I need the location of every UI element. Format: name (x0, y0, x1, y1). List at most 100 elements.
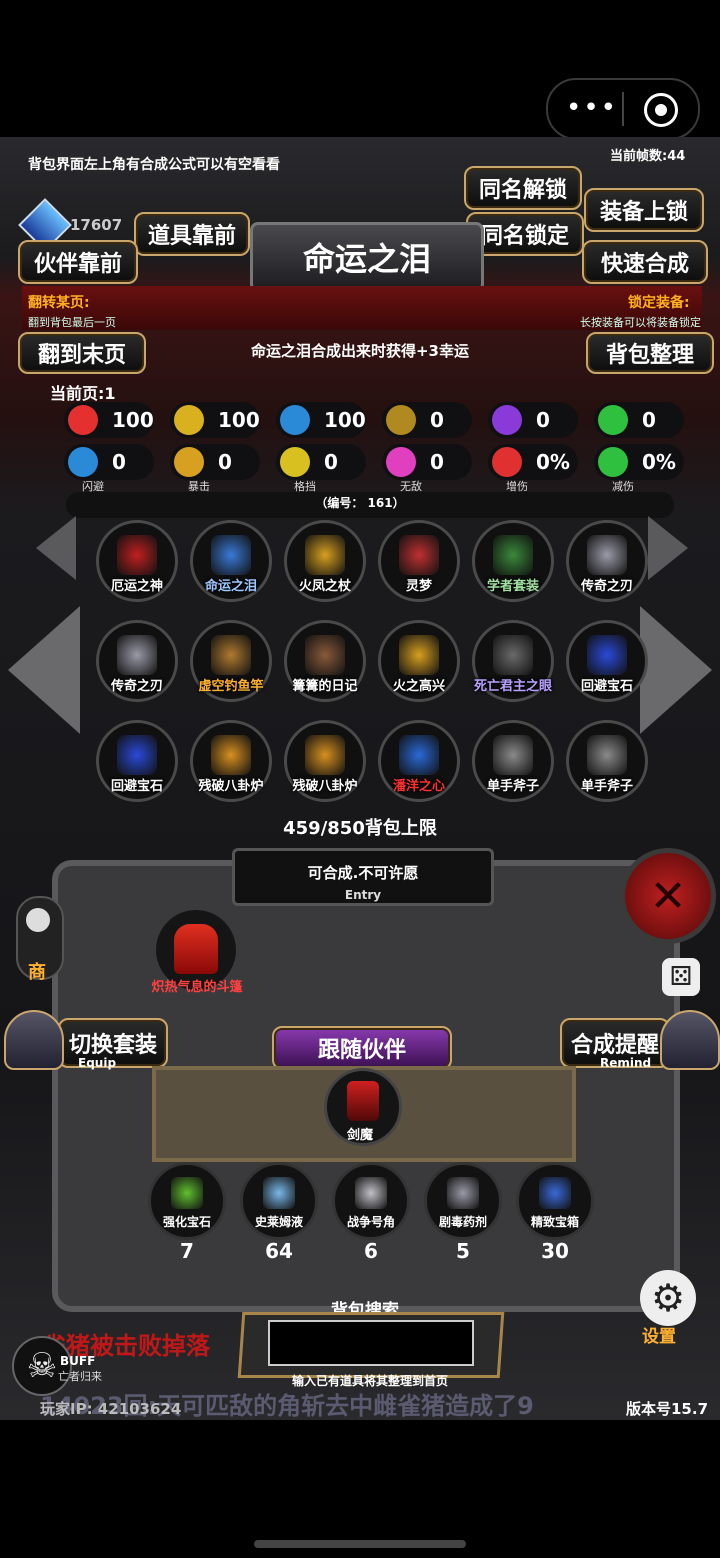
inventory-slot[interactable]: 单手斧子 (566, 720, 648, 802)
item-name: 残破八卦炉 (198, 779, 264, 794)
craft-remind-sub: Remind (600, 1056, 652, 1070)
item-name: 死亡君主之眼 (473, 679, 552, 694)
current-page: 当前页:1 (50, 384, 116, 403)
dice-icon[interactable]: ⚄ (662, 958, 700, 996)
item-icon (117, 535, 157, 575)
material-slot[interactable]: 强化宝石 7 (148, 1162, 226, 1263)
inventory-slot[interactable]: 灵梦 (378, 520, 460, 602)
tip-text: 背包界面左上角有合成公式可以有空看看 (28, 157, 280, 173)
item-icon (587, 535, 627, 575)
item-name: 灵梦 (405, 579, 432, 594)
helmet-right-icon (660, 1010, 720, 1070)
item-icon (399, 635, 439, 675)
inventory-slot[interactable]: 传奇之刃 (566, 520, 648, 602)
item-name: 虚空钓鱼竿 (198, 679, 264, 694)
inventory-slot[interactable]: 虚空钓鱼竿 (190, 620, 272, 702)
next-arrow-icon[interactable] (648, 516, 688, 580)
lock-title: 锁定装备: (628, 295, 690, 311)
item-icon (399, 535, 439, 575)
miniprogram-capsule: ••• (546, 78, 700, 140)
material-slot[interactable]: 剧毒药剂 5 (424, 1162, 502, 1263)
player-ip: 玩家IP: 42103624 (40, 1400, 182, 1418)
material-count: 30 (541, 1239, 569, 1263)
item-icon (587, 735, 627, 775)
cape-label: 炽热气息的斗篷 (151, 980, 243, 995)
item-icon (493, 635, 533, 675)
partner-front-button[interactable]: 伙伴靠前 (18, 240, 138, 284)
close-target-icon[interactable] (644, 93, 678, 127)
to-last-page-button[interactable]: 翻到末页 (18, 332, 146, 374)
follow-partner-button[interactable]: 跟随伙伴 (272, 1026, 452, 1070)
inventory-slot[interactable]: 篝篝的日记 (284, 620, 366, 702)
more-icon[interactable]: ••• (566, 95, 618, 121)
strength-icon (174, 405, 204, 435)
inventory-slot[interactable]: 命运之泪 (190, 520, 272, 602)
search-hint: 输入已有道具将其整理到首页 (291, 1374, 448, 1388)
material-slot[interactable]: 史莱姆液 64 (240, 1162, 318, 1263)
inventory-slot[interactable]: 火凤之杖 (284, 520, 366, 602)
stat-invincible: 0 (382, 444, 472, 480)
stat-strength: 100 (170, 402, 260, 438)
inventory-slot[interactable]: 回避宝石 (566, 620, 648, 702)
stat-damage-down: 0% (594, 444, 684, 480)
item-name: 潘洋之心 (392, 779, 445, 794)
inventory-slot[interactable]: 死亡君主之眼 (472, 620, 554, 702)
item-icon (305, 735, 345, 775)
sword-demon-icon (347, 1081, 379, 1121)
material-name: 精致宝箱 (530, 1215, 579, 1229)
stat-value: 100 (218, 408, 260, 432)
stat-value: 100 (324, 408, 366, 432)
prev-arrow-icon[interactable] (36, 516, 76, 580)
item-name: 火之高兴 (392, 679, 445, 694)
item-name: 学者套装 (486, 579, 539, 594)
gem-count: 17607 (70, 216, 123, 234)
inventory-slot[interactable]: 残破八卦炉 (190, 720, 272, 802)
item-front-button[interactable]: 道具靠前 (134, 212, 250, 256)
stat-value: 0 (642, 408, 656, 432)
equip-lock-button[interactable]: 装备上锁 (584, 188, 704, 232)
item-name: 厄运之神 (110, 579, 163, 594)
material-icon (539, 1177, 571, 1209)
material-name: 强化宝石 (162, 1215, 211, 1229)
inventory-slot[interactable]: 传奇之刃 (96, 620, 178, 702)
serial-number: （编号： 161） (315, 496, 405, 510)
material-icon (171, 1177, 203, 1209)
item-name: 单手斧子 (486, 779, 539, 794)
frame-counter: 当前帧数:44 (610, 149, 686, 164)
stat-value: 100 (112, 408, 154, 432)
search-input[interactable] (268, 1320, 474, 1366)
item-icon (399, 735, 439, 775)
material-icon (447, 1177, 479, 1209)
item-icon (493, 735, 533, 775)
stat-clover: 0 (594, 402, 684, 438)
sort-bag-button[interactable]: 背包整理 (586, 332, 714, 374)
helmet-icon (280, 405, 310, 435)
stat-heart: 100 (64, 402, 154, 438)
item-icon (587, 635, 627, 675)
quick-craft-button[interactable]: 快速合成 (582, 240, 708, 284)
lightning-icon (492, 405, 522, 435)
stat-crit: 0 (170, 444, 260, 480)
inventory-slot[interactable]: 潘洋之心 (378, 720, 460, 802)
item-icon (211, 535, 251, 575)
dodge-icon (68, 447, 98, 477)
inventory-slot[interactable]: 学者套装 (472, 520, 554, 602)
item-icon (493, 535, 533, 575)
item-icon (305, 635, 345, 675)
gear-icon[interactable]: ⚙ (640, 1270, 696, 1326)
prev-page-arrow-icon[interactable] (8, 606, 80, 734)
material-slot[interactable]: 战争号角 6 (332, 1162, 410, 1263)
inventory-slot[interactable]: 残破八卦炉 (284, 720, 366, 802)
material-slot[interactable]: 精致宝箱 30 (516, 1162, 594, 1263)
close-icon[interactable]: ✕ (620, 848, 716, 944)
inventory-slot[interactable]: 回避宝石 (96, 720, 178, 802)
lock-desc: 长按装备可以将装备锁定 (580, 316, 701, 329)
next-page-arrow-icon[interactable] (640, 606, 712, 734)
same-unlock-button[interactable]: 同名解锁 (464, 166, 582, 210)
inventory-slot[interactable]: 单手斧子 (472, 720, 554, 802)
material-count: 64 (265, 1239, 293, 1263)
clover-icon (598, 405, 628, 435)
inventory-slot[interactable]: 厄运之神 (96, 520, 178, 602)
inventory-slot[interactable]: 火之高兴 (378, 620, 460, 702)
switch-set-sub: Equip (78, 1056, 117, 1070)
